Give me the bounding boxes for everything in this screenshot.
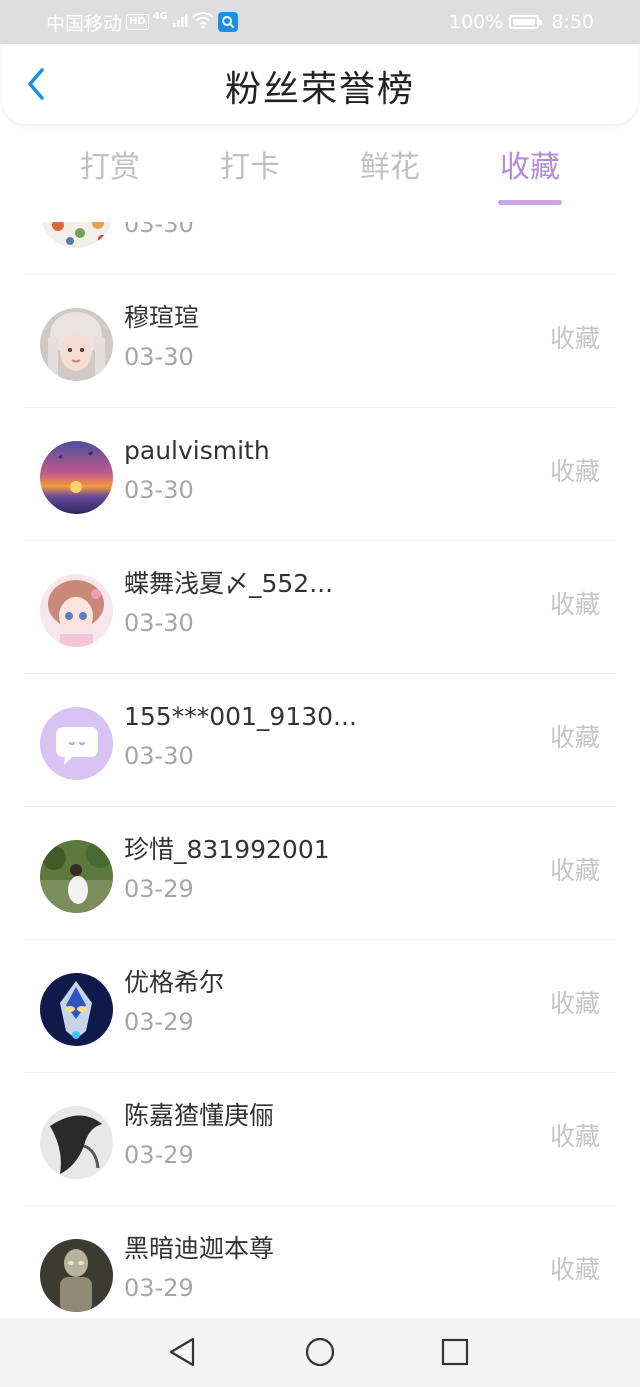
action-label: 收藏 (549, 856, 600, 885)
fan-date: 03-30 (124, 222, 194, 238)
list-item[interactable]: 陈嘉猹懂庚俪 03-29 收藏 (24, 1073, 616, 1206)
nav-back-button[interactable] (164, 1334, 200, 1370)
fan-date: 03-29 (124, 1141, 194, 1169)
circle-home-icon (305, 1337, 335, 1367)
nav-recents-button[interactable] (437, 1334, 473, 1370)
hd-badge: HD (126, 14, 149, 30)
tab-favorites[interactable]: 收藏 (480, 148, 580, 188)
fan-name: 黑暗迪迦本尊 (124, 1234, 275, 1263)
action-label: 收藏 (549, 590, 600, 619)
status-left: 中国移动 HD 4G (46, 9, 238, 35)
list-item[interactable]: 穆瑄瑄 03-30 收藏 (24, 275, 616, 408)
avatar[interactable] (40, 308, 113, 381)
action-label: 收藏 (549, 1255, 600, 1284)
triangle-back-icon (169, 1337, 195, 1367)
status-right: 100% 8:50 (449, 9, 594, 35)
list-item[interactable]: 蝶舞浅夏〆_552... 03-30 收藏 (24, 541, 616, 674)
wifi-icon (192, 11, 214, 34)
nav-home-button[interactable] (302, 1334, 338, 1370)
list-item[interactable]: 黑暗迪迦本尊 03-29 收藏 (24, 1206, 616, 1318)
avatar[interactable] (40, 1106, 113, 1179)
tab-flowers[interactable]: 鲜花 (340, 148, 440, 188)
page-title: 粉丝荣誉榜 (224, 69, 415, 110)
fan-name: 蝶舞浅夏〆_552... (124, 569, 334, 598)
carrier-name: 中国移动 (46, 12, 123, 35)
list-item[interactable]: 珍惜_831992001 03-29 收藏 (24, 807, 616, 940)
fan-name: 优格希尔 (124, 968, 225, 997)
fan-name: 155***001_9130... (124, 702, 357, 731)
battery-percent: 100% (449, 11, 504, 33)
avatar[interactable] (40, 707, 113, 780)
search-app-icon (217, 12, 238, 32)
avatar[interactable] (40, 1239, 113, 1312)
fan-name: paulvismith (124, 436, 270, 465)
avatar[interactable] (40, 222, 113, 248)
tab-checkin[interactable]: 打卡 (200, 148, 300, 188)
fan-date: 03-29 (124, 875, 194, 903)
fan-date: 03-30 (124, 609, 194, 637)
tab-reward[interactable]: 打赏 (60, 148, 160, 188)
action-label: 收藏 (549, 1122, 600, 1151)
action-label: 收藏 (549, 723, 600, 752)
tab-bar: 打赏 打卡 鲜花 收藏 (0, 134, 640, 214)
list-item[interactable]: 优格希尔 03-29 收藏 (24, 940, 616, 1073)
network-type: 4G (152, 11, 168, 22)
clock: 8:50 (551, 11, 594, 33)
list-item[interactable]: paulvismith 03-30 收藏 (24, 408, 616, 541)
fan-date: 03-30 (124, 742, 194, 770)
action-label: 收藏 (549, 324, 600, 353)
fan-date: 03-29 (124, 1008, 194, 1036)
action-label: 收藏 (549, 989, 600, 1018)
avatar[interactable] (40, 840, 113, 913)
square-recents-icon (441, 1338, 469, 1366)
system-nav-bar (0, 1318, 640, 1387)
avatar[interactable] (40, 441, 113, 514)
fan-date: 03-30 (124, 476, 194, 504)
fan-list[interactable]: 03-30 收藏 穆瑄瑄 03-30 收藏 (0, 222, 640, 1318)
fan-name: 珍惜_831992001 (124, 835, 330, 864)
active-tab-indicator (498, 200, 562, 205)
fan-name: 穆瑄瑄 (124, 303, 200, 332)
battery-icon (509, 15, 543, 29)
action-label: 收藏 (549, 457, 600, 486)
fan-name: 陈嘉猹懂庚俪 (124, 1101, 275, 1130)
fan-date: 03-30 (124, 343, 194, 371)
action-label: 收藏 (550, 222, 600, 223)
list-item[interactable]: 155***001_9130... 03-30 收藏 (24, 674, 616, 807)
fan-date: 03-29 (124, 1274, 194, 1302)
avatar[interactable] (40, 574, 113, 647)
avatar[interactable] (40, 973, 113, 1046)
list-item[interactable]: 03-30 收藏 (24, 222, 616, 275)
fan-list-content: 03-30 收藏 穆瑄瑄 03-30 收藏 (0, 222, 640, 1318)
signal-icon (172, 11, 188, 33)
header: 粉丝荣誉榜 (2, 44, 638, 124)
status-bar: 中国移动 HD 4G 100% 8:50 (0, 0, 640, 44)
